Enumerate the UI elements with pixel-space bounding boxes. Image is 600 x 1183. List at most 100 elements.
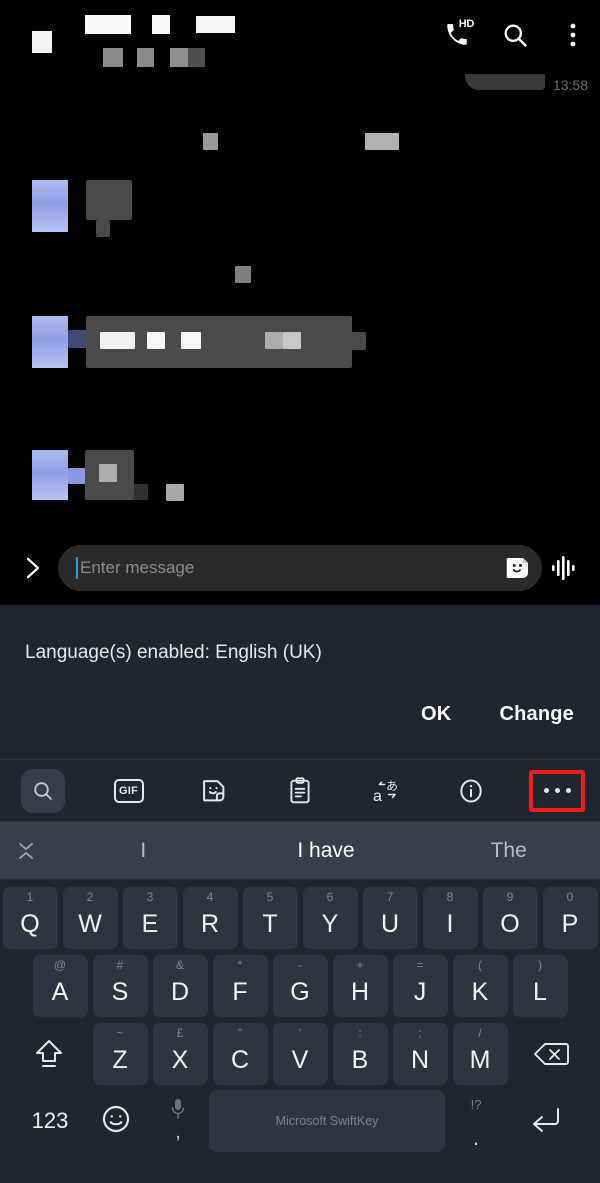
gif-icon: GIF [107,769,151,813]
toolbar-translate-button[interactable]: a あ [343,760,429,822]
voice-waveform-icon[interactable] [542,545,588,591]
more-options-icon [535,769,579,813]
swiftkey-keyboard: Language(s) enabled: English (UK) OK Cha… [0,605,600,1183]
key-label: Q [20,909,40,938]
key-alt-label: 1 [26,890,34,904]
space-key[interactable]: Microsoft SwiftKey [209,1090,445,1152]
key-v[interactable]: ' V [272,1023,328,1085]
censored-text [147,332,165,349]
key-b[interactable]: :B [332,1023,388,1085]
avatar[interactable] [32,450,68,500]
prediction-candidate-3[interactable]: The [417,839,600,863]
key-y[interactable]: 6Y [302,887,358,949]
numeric-key[interactable]: 123 [17,1090,83,1152]
key-alt-label: - [298,958,302,972]
censored-text [99,464,117,482]
enter-key[interactable] [509,1090,583,1152]
language-banner-message: Language(s) enabled: English (UK) [25,642,322,663]
language-ok-button[interactable]: OK [421,703,451,726]
shift-key[interactable] [10,1023,88,1085]
period-key[interactable]: !? . [447,1090,505,1152]
avatar[interactable] [32,316,68,368]
toolbar-clipboard-button[interactable] [257,760,343,822]
key-label: D [170,977,190,1006]
key-c[interactable]: " C [212,1023,268,1085]
key-d[interactable]: & D [152,955,208,1017]
key-label: U [380,909,400,938]
key-e[interactable]: 3E [122,887,178,949]
key-alt-label: ) [538,958,542,972]
comma-key[interactable]: , [149,1090,207,1152]
key-label: V [291,1045,309,1074]
sticker-icon [192,769,236,813]
key-i[interactable]: 8I [422,887,478,949]
toolbar-stickers-button[interactable] [171,760,257,822]
language-banner: Language(s) enabled: English (UK) OK Cha… [0,605,600,760]
key-p[interactable]: 0P [542,887,598,949]
expand-attachments-icon[interactable] [12,547,54,589]
svg-text:a: a [373,788,382,805]
key-m[interactable]: / M [452,1023,508,1085]
search-icon[interactable] [498,18,532,52]
collapse-chevron-icon[interactable] [0,840,52,862]
key-s[interactable]: # S [92,955,148,1017]
key-label: O [500,909,520,938]
key-alt-label: 2 [86,890,94,904]
censored-text [181,332,201,349]
keyboard-toolbar: GIF a あ [0,760,600,822]
censored-fragment [235,266,251,283]
key-z[interactable]: ~ Z [92,1023,148,1085]
call-hd-icon[interactable]: HD [440,18,474,52]
key-n[interactable]: ; N [392,1023,448,1085]
sticker-icon[interactable] [502,552,534,584]
message-input[interactable]: Enter message [58,544,542,591]
key-a[interactable]: @ A [32,955,88,1017]
key-j[interactable]: = J [392,955,448,1017]
key-q[interactable]: 1Q [2,887,58,949]
enter-key-icon [528,1104,564,1139]
search-icon [20,768,65,813]
key-l[interactable]: ) L [512,955,568,1017]
censored-bubble-tail [350,332,366,350]
key-label: E [141,909,159,938]
toolbar-gif-button[interactable]: GIF [86,760,172,822]
message-input-placeholder: Enter message [80,557,195,577]
key-x[interactable]: £ X [152,1023,208,1085]
key-h[interactable]: + H [332,955,388,1017]
chat-screen: HD 13:58 Enter message [0,0,600,605]
key-g[interactable]: -G [272,955,328,1017]
avatar[interactable] [32,180,68,232]
clipboard-icon [278,769,322,813]
key-label: S [111,977,129,1006]
key-o[interactable]: 9O [482,887,538,949]
key-t[interactable]: 5T [242,887,298,949]
message-composer: Enter message [0,530,600,605]
backspace-key[interactable] [513,1023,591,1085]
overflow-menu-icon[interactable] [556,18,590,52]
key-label: T [262,909,278,938]
toolbar-search-button[interactable] [0,760,86,822]
prediction-candidate-1[interactable]: I [52,839,235,863]
toolbar-more-options-button[interactable] [514,760,600,822]
key-label: B [351,1045,369,1074]
censored-bubble [86,180,132,220]
key-r[interactable]: 4R [182,887,238,949]
prediction-bar: I I have The [0,822,600,880]
toolbar-info-button[interactable] [429,760,515,822]
emoji-key[interactable] [87,1090,145,1152]
key-label: M [469,1045,491,1074]
key-w[interactable]: 2W [62,887,118,949]
key-k[interactable]: (K [452,955,508,1017]
key-alt-label: 5 [266,890,274,904]
prediction-candidate-2[interactable]: I have [235,839,418,863]
gif-label: GIF [113,778,144,803]
key-u[interactable]: 7U [362,887,418,949]
message-timestamp-clipped: 13:58 [464,74,588,93]
censored-fragment [365,133,399,150]
language-change-button[interactable]: Change [499,703,574,726]
key-label: F [232,977,248,1006]
numeric-key-label: 123 [31,1108,69,1133]
censored-text [134,484,148,500]
censored-text [166,484,184,501]
key-f[interactable]: * F [212,955,268,1017]
